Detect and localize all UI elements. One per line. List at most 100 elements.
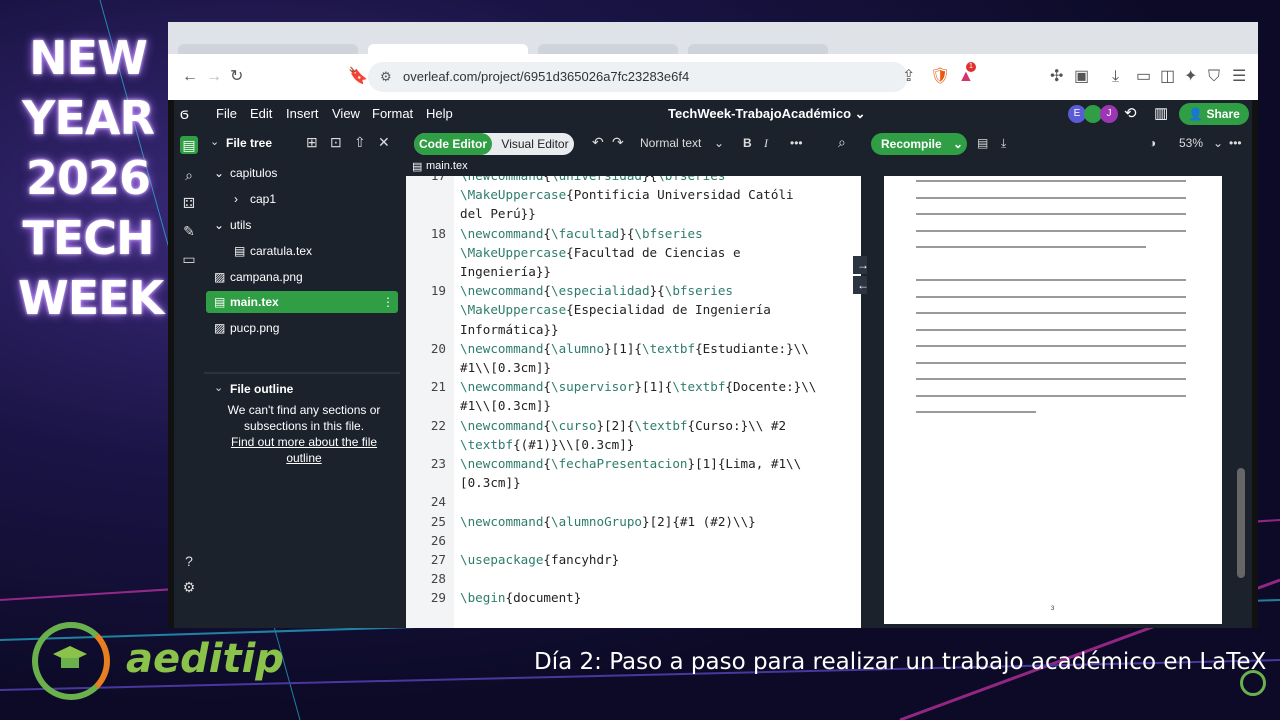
menu-view[interactable]: View (332, 106, 360, 121)
tree-item-capitulos[interactable]: ⌄ capitulos (204, 162, 400, 184)
overleaf-app: ϭ File Edit Insert View Format Help Tech… (174, 100, 1252, 628)
recompile-button[interactable]: Recompile ⌄ (871, 133, 967, 155)
browser-tab[interactable] (688, 44, 828, 54)
bookmark-icon[interactable]: 🔖 (348, 68, 368, 86)
code-line: Informática}} (406, 320, 861, 339)
chevron-down-icon[interactable]: ⌄ (714, 136, 724, 150)
menu-icon[interactable]: ☰ (1232, 68, 1246, 86)
video-caption: Día 2: Paso a paso para realizar un trab… (534, 649, 1267, 675)
brand-line: WEEK (18, 271, 164, 325)
new-file-icon[interactable]: ⊞ (306, 134, 318, 151)
browser-tab-active[interactable] (368, 44, 528, 54)
code-line: \textbf{(#1)}\\[0.3cm]} (406, 435, 861, 454)
tree-item-label: cap1 (250, 192, 277, 206)
layout-icon[interactable]: ▥ (1154, 104, 1168, 122)
new-folder-icon[interactable]: ⊡ (330, 134, 342, 151)
search-icon[interactable]: ⌕ (180, 166, 198, 184)
pdf-page[interactable]: 3 (884, 176, 1222, 624)
leo-ai-icon[interactable]: ✦ (1184, 68, 1197, 86)
reload-icon[interactable]: ↻ (230, 68, 243, 86)
menu-format[interactable]: Format (372, 106, 413, 121)
overleaf-logo-icon[interactable]: ϭ (180, 106, 189, 124)
close-icon[interactable]: ✕ (378, 134, 390, 151)
download-pdf-icon[interactable]: ⤓ (1001, 136, 1006, 151)
file-tree-icon[interactable]: ▤ (180, 136, 198, 154)
tree-item-campana[interactable]: ▨ campana.png (204, 266, 400, 288)
settings-icon[interactable]: ⚙ (180, 578, 198, 596)
brave-shield-icon[interactable]: 🛡 (930, 68, 950, 86)
chevron-down-icon[interactable]: ⌄ (1213, 136, 1223, 150)
line-number: 17 (406, 176, 446, 185)
site-settings-icon[interactable]: ⚙ (380, 68, 392, 86)
vpn-icon[interactable]: ⛉ (1208, 68, 1220, 86)
code-area[interactable]: 17 \newcommand{\universidad}{\bfseries \Ma… (406, 176, 861, 628)
pdf-scrollbar[interactable] (1237, 468, 1245, 578)
share-button[interactable]: 👤 Share (1179, 103, 1249, 125)
code-text: del Perú}} (460, 206, 536, 222)
notification-badge: 1 (966, 62, 976, 72)
code-line: 23 \newcommand{\fechaPresentacion}[1]{Lim… (406, 454, 861, 473)
menu-file[interactable]: File (216, 106, 237, 121)
forward-icon[interactable]: → (206, 68, 222, 86)
menu-insert[interactable]: Insert (286, 106, 319, 121)
code-line: [0.3cm]} (406, 473, 861, 492)
bold-button[interactable]: B (743, 136, 752, 150)
extensions-icon[interactable]: ✣ (1050, 68, 1063, 86)
tree-item-cap1[interactable]: › cap1 (204, 188, 400, 210)
avatar[interactable]: J (1100, 105, 1118, 123)
tree-item-main[interactable]: ▤ main.tex ⋮ (206, 291, 398, 313)
code-text: Informática}} (460, 321, 559, 337)
wallet-icon[interactable]: ◫ (1160, 68, 1175, 86)
line-number: 21 (430, 379, 446, 395)
text-style-select[interactable]: Normal text (640, 136, 701, 150)
outline-help-link[interactable]: Find out more about the file outline (220, 434, 388, 466)
tree-item-pucp[interactable]: ▨ pucp.png (204, 317, 400, 339)
more-options-icon[interactable]: ••• (1229, 136, 1242, 150)
code-editor-button[interactable]: Code Editor (414, 133, 492, 155)
visual-editor-button[interactable]: Visual Editor (496, 133, 574, 155)
menu-help[interactable]: Help (426, 106, 453, 121)
pdf-text-line (916, 180, 1186, 182)
code-line: 19 \newcommand{\especialidad}{\bfseries (406, 281, 861, 300)
download-icon[interactable]: ⤓ (1112, 68, 1119, 86)
code-text: \newcommand{\supervisor}[1]{\textbf{Doce… (460, 379, 817, 395)
project-title[interactable]: TechWeek-TrabajoAcadémico ⌄ (668, 106, 866, 122)
file-tab[interactable]: ▤ main.tex (406, 158, 861, 176)
corner-logo-icon (1240, 670, 1266, 696)
search-icon[interactable]: ⌕ (838, 134, 846, 151)
upload-icon[interactable]: ⇧ (354, 134, 366, 151)
code-line: 29 \begin{document} (406, 588, 861, 607)
tree-item-utils[interactable]: ⌄ utils (204, 214, 400, 236)
integrations-icon[interactable]: ⚃ (180, 194, 198, 212)
help-icon[interactable]: ? (180, 552, 198, 570)
browser-tab[interactable] (538, 44, 678, 54)
italic-button[interactable]: I (764, 136, 768, 151)
review-icon[interactable]: ✎ (180, 222, 198, 240)
back-icon[interactable]: ← (182, 68, 198, 86)
menu-edit[interactable]: Edit (250, 106, 272, 121)
code-text: \newcommand{\especialidad}{\bfseries (460, 283, 733, 299)
code-line: 28 (406, 569, 861, 588)
chat-icon[interactable]: ▭ (180, 250, 198, 268)
contrast-icon[interactable]: ◑ (1149, 136, 1156, 150)
history-icon[interactable]: ⟲ (1124, 104, 1137, 122)
code-text: \usepackage{fancyhdr} (460, 552, 620, 567)
chevron-down-icon[interactable]: ⌄ (210, 135, 219, 148)
editor-mode-toggle[interactable]: Code Editor Visual Editor (414, 133, 574, 155)
file-outline-header[interactable]: ⌄ File outline (204, 372, 400, 402)
share-page-icon[interactable]: ⇪ (902, 68, 915, 86)
logs-icon[interactable]: ▤ (977, 136, 988, 150)
pdf-text-line (916, 411, 1036, 413)
browser-tab[interactable] (178, 44, 358, 54)
code-text: \newcommand{\fechaPresentacion}[1]{Lima,… (460, 456, 802, 471)
sidebar-icon[interactable]: ▭ (1136, 68, 1151, 86)
reader-icon[interactable]: ▣ (1074, 68, 1089, 86)
tree-item-caratula[interactable]: ▤ caratula.tex (204, 240, 400, 262)
redo-icon[interactable]: ↷ (612, 134, 624, 151)
more-toolbar-button[interactable]: ••• (790, 136, 803, 150)
file-outline-title: File outline (230, 382, 294, 396)
undo-icon[interactable]: ↶ (592, 134, 604, 151)
zoom-select[interactable]: 53% (1179, 136, 1203, 150)
address-bar[interactable]: ⚙ overleaf.com/project/6951d365026a7fc23… (368, 62, 908, 92)
more-options-icon[interactable]: ⋮ (382, 291, 394, 313)
